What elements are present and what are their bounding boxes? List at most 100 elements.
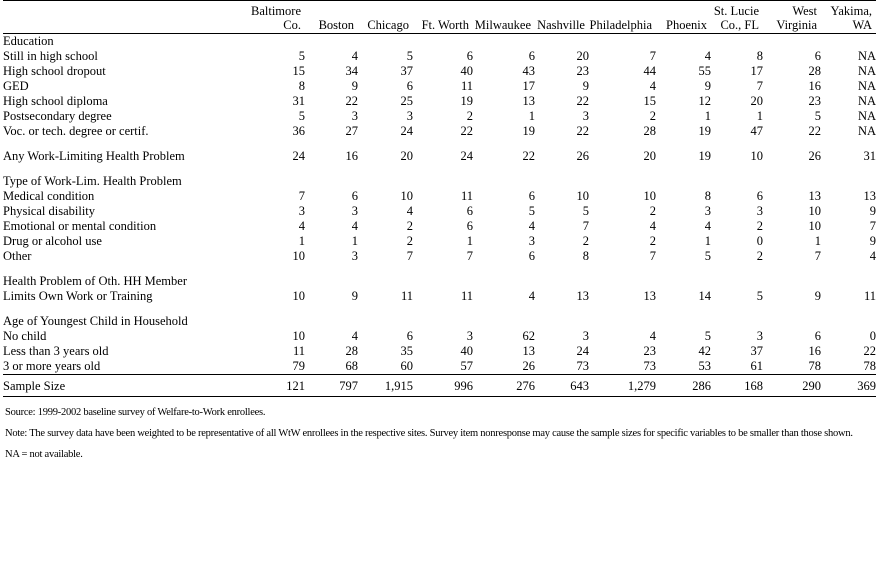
cell-value: 22	[522, 149, 536, 163]
cell-value: 10	[292, 249, 306, 263]
cell-value	[245, 34, 305, 50]
cell-value: 4	[406, 204, 413, 218]
cell-value: 7	[869, 219, 876, 233]
cell-value: 10	[808, 204, 822, 218]
cell-value	[413, 314, 473, 329]
cell-value: 11	[400, 289, 413, 303]
section-gap	[3, 139, 876, 149]
cell-value: 43	[522, 64, 536, 78]
sample-size-phoenix: 286	[692, 379, 711, 393]
cell-value	[358, 174, 413, 189]
cell-value: 15	[292, 64, 306, 78]
cell-value: 6	[466, 49, 473, 63]
source-note: Source: 1999-2002 baseline survey of Wel…	[5, 407, 266, 418]
table-row: Medical condition 7 6 10 11 6 10 10 8 6 13 13	[3, 189, 876, 204]
cell-value: 4	[298, 219, 305, 233]
cell-value: 6	[528, 49, 535, 63]
cell-value: 10	[576, 189, 590, 203]
cell-value: 2	[756, 219, 763, 233]
cell-value: 24	[400, 124, 414, 138]
cell-value: NA	[857, 49, 876, 63]
cell-value: 7	[649, 249, 656, 263]
sample-size-yakima: 369	[857, 379, 876, 393]
cell-value: 2	[649, 204, 656, 218]
cell-value: 6	[528, 189, 535, 203]
cell-value	[473, 174, 535, 189]
cell-value: 6	[406, 329, 413, 343]
section-label: Age of Youngest Child in Household	[3, 314, 188, 328]
sample-size-nashville: 643	[570, 379, 589, 393]
cell-value	[589, 174, 656, 189]
cell-value: 1	[351, 234, 358, 248]
section-label: Any Work-Limiting Health Problem	[3, 149, 185, 163]
cell-value: 4	[869, 249, 876, 263]
cell-value: 16	[808, 79, 822, 93]
cell-value: 1	[466, 234, 473, 248]
cell-value: 19	[522, 124, 536, 138]
na-note: NA = not available.	[5, 449, 83, 460]
cell-value: 68	[345, 359, 359, 373]
cell-value	[305, 174, 358, 189]
cell-value: 7	[298, 189, 305, 203]
cell-value: 6	[406, 79, 413, 93]
table-row: Voc. or tech. degree or certif. 36 27 24 22 1…	[3, 124, 876, 139]
cell-value	[473, 274, 535, 289]
cell-value: 22	[576, 94, 590, 108]
cell-value: 8	[756, 49, 763, 63]
cell-value: 5	[298, 109, 305, 123]
cell-value: 19	[698, 149, 712, 163]
column-header-st-lucie: St. Lucie Co., FL	[713, 4, 759, 32]
sample-size-bottom-rule-cell	[3, 396, 876, 397]
cell-value: 23	[576, 64, 590, 78]
cell-value: 6	[351, 189, 358, 203]
section-gap-cell	[3, 164, 876, 174]
section-gap-cell	[3, 139, 876, 149]
cell-value: 13	[863, 189, 877, 203]
cell-value: 4	[649, 219, 656, 233]
cell-value: 3	[351, 204, 358, 218]
section-gap	[3, 164, 876, 174]
cell-value: 9	[351, 289, 358, 303]
sample-size-philadelphia: 1,279	[627, 379, 656, 393]
cell-value: 6	[814, 49, 821, 63]
cell-value	[711, 34, 763, 50]
cell-value: 22	[460, 124, 474, 138]
section-label: Type of Work-Lim. Health Problem	[3, 174, 182, 188]
cell-value: 3	[351, 109, 358, 123]
cell-value: 22	[808, 124, 822, 138]
cell-value	[413, 34, 473, 50]
cell-value: 2	[649, 234, 656, 248]
cell-value	[535, 314, 589, 329]
cell-value: 6	[466, 204, 473, 218]
row-label: Medical condition	[3, 189, 95, 203]
section-gap	[3, 264, 876, 274]
cell-value: 7	[466, 249, 473, 263]
table-row: Limits Own Work or Training 10 9 11 11 4 13 13 1…	[3, 289, 876, 304]
cell-value: 13	[522, 344, 536, 358]
cell-value: 13	[643, 289, 657, 303]
sample-size-west-virginia: 290	[802, 379, 821, 393]
cell-value	[535, 274, 589, 289]
table-row: Health Problem of Oth. HH Member	[3, 274, 876, 289]
sample-size-baltimore: 121	[286, 379, 305, 393]
cell-value: 3	[704, 204, 711, 218]
cell-value: 7	[649, 49, 656, 63]
cell-value: 6	[756, 189, 763, 203]
table-row: Physical disability 3 3 4 6 5 5 2 3 3 10 9	[3, 204, 876, 219]
cell-value: 44	[643, 64, 657, 78]
column-header-ft-worth: Ft. Worth	[421, 18, 469, 32]
cell-value: 35	[400, 344, 414, 358]
cell-value: 22	[863, 344, 877, 358]
cell-value: 2	[406, 219, 413, 233]
cell-value: 57	[460, 359, 474, 373]
cell-value	[589, 314, 656, 329]
cell-value: 3	[756, 329, 763, 343]
cell-value: 6	[528, 249, 535, 263]
cell-value: 14	[698, 289, 712, 303]
cell-value: 1	[528, 109, 535, 123]
cell-value: 7	[756, 79, 763, 93]
cell-value: 3	[406, 109, 413, 123]
cell-value	[763, 314, 821, 329]
header-label-col	[3, 1, 245, 33]
cell-value: 9	[869, 204, 876, 218]
